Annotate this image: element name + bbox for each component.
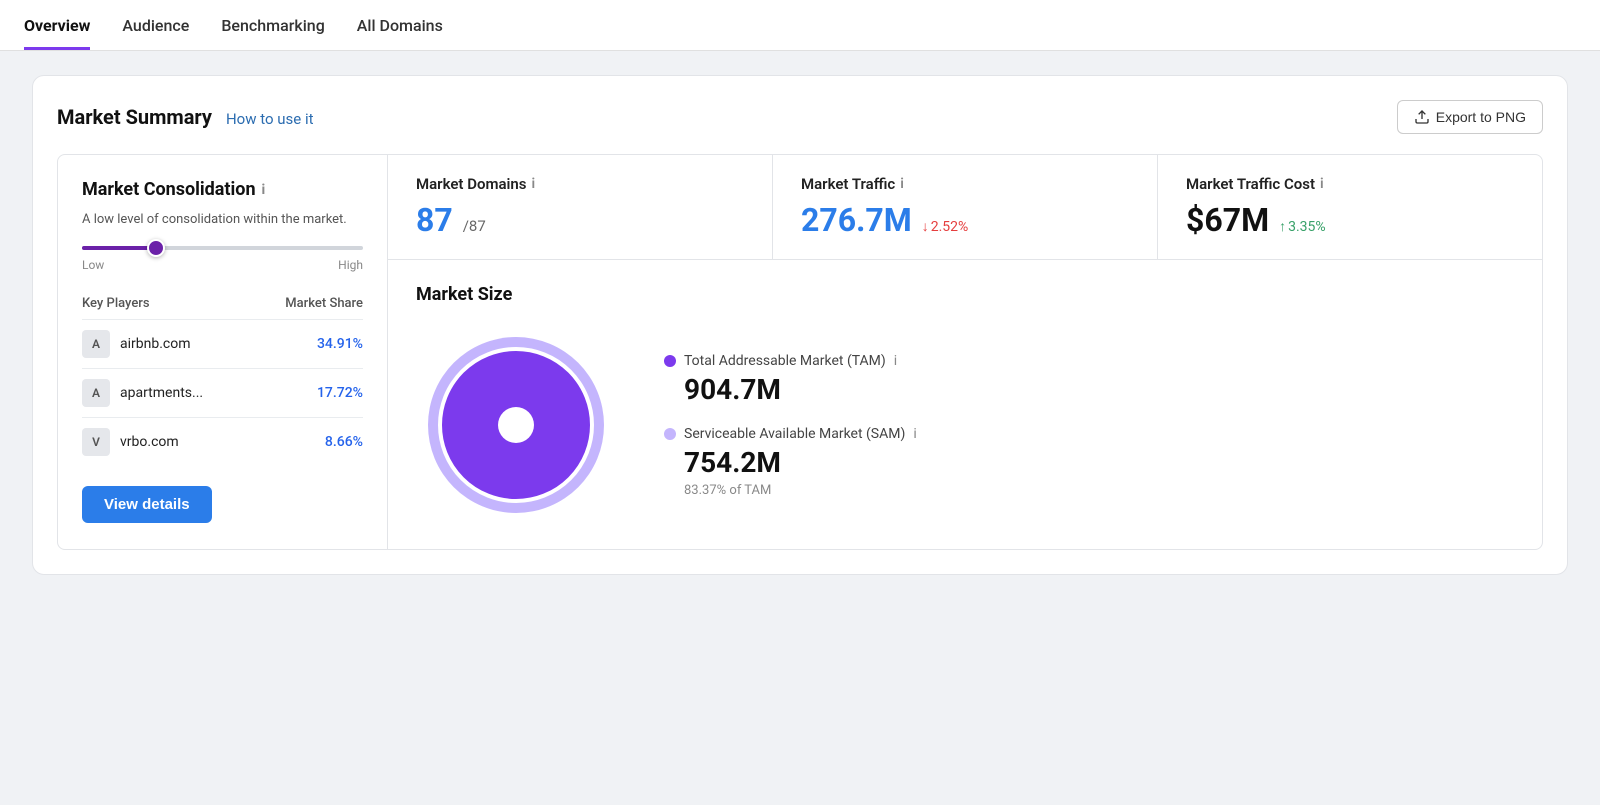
consolidation-title-row: Market Consolidation i	[82, 179, 363, 200]
metric-domains-sub: /87	[463, 217, 486, 235]
up-arrow-icon: ↑	[1279, 218, 1286, 235]
tab-benchmarking[interactable]: Benchmarking	[221, 0, 324, 50]
player-share-2: 8.66%	[325, 434, 363, 450]
player-avatar-1: A	[82, 379, 110, 407]
legend-tam: Total Addressable Market (TAM) i 904.7M	[664, 353, 917, 406]
metric-cost-change: ↑ 3.35%	[1279, 218, 1326, 235]
view-details-button[interactable]: View details	[82, 486, 212, 523]
player-name-0: airbnb.com	[120, 336, 191, 352]
player-avatar-0: A	[82, 330, 110, 358]
market-size-title: Market Size	[416, 284, 1514, 305]
player-share-0: 34.91%	[317, 336, 363, 352]
slider-high-label: High	[338, 258, 363, 272]
legend-sam-label-row: Serviceable Available Market (SAM) i	[664, 426, 917, 442]
player-row-2: V vrbo.com 8.66%	[82, 417, 363, 466]
market-summary-card: Market Summary How to use it Export to P…	[32, 75, 1568, 575]
market-size-wrapper: Market Size	[416, 284, 1514, 525]
card-header: Market Summary How to use it Export to P…	[57, 100, 1543, 134]
donut-svg	[416, 325, 616, 525]
tab-audience[interactable]: Audience	[122, 0, 189, 50]
player-info-1: A apartments...	[82, 379, 203, 407]
nav-bar: Overview Audience Benchmarking All Domai…	[0, 0, 1600, 51]
metric-domains-value: 87	[416, 201, 453, 239]
legend-tam-label-row: Total Addressable Market (TAM) i	[664, 353, 917, 369]
legend-sam-value: 754.2M	[684, 446, 917, 479]
metric-traffic-info-icon[interactable]: i	[900, 176, 904, 192]
card-title: Market Summary	[57, 105, 212, 129]
slider-thumb	[147, 239, 165, 257]
metric-cost-value-row: $67M ↑ 3.35%	[1186, 201, 1514, 239]
card-body: Market Consolidation i A low level of co…	[57, 154, 1543, 550]
legend-sam-info-icon[interactable]: i	[913, 426, 916, 442]
legend-sam-dot	[664, 428, 676, 440]
metric-cost-label: Market Traffic Cost i	[1186, 175, 1514, 193]
left-panel: Market Consolidation i A low level of co…	[58, 155, 388, 549]
slider-fill	[82, 246, 152, 250]
legend-tam-value: 904.7M	[684, 373, 917, 406]
col-share-header: Market Share	[285, 296, 363, 311]
legend-tam-label: Total Addressable Market (TAM)	[684, 353, 886, 369]
player-row-0: A airbnb.com 34.91%	[82, 319, 363, 368]
metric-cost-info-icon[interactable]: i	[1320, 176, 1324, 192]
metrics-row: Market Domains i 87 /87 Market Traffic i	[388, 155, 1542, 260]
donut-center	[498, 407, 534, 443]
metric-traffic-value: 276.7M	[801, 201, 912, 239]
player-name-2: vrbo.com	[120, 434, 179, 450]
slider-low-label: Low	[82, 258, 104, 272]
metric-domains-label: Market Domains i	[416, 175, 744, 193]
card-title-area: Market Summary How to use it	[57, 105, 314, 129]
col-players-header: Key Players	[82, 296, 150, 311]
export-icon	[1414, 109, 1430, 125]
player-row-1: A apartments... 17.72%	[82, 368, 363, 417]
metric-market-traffic-cost: Market Traffic Cost i $67M ↑ 3.35%	[1158, 155, 1542, 259]
legend-sam-sub: 83.37% of TAM	[684, 483, 917, 498]
metric-domains-value-row: 87 /87	[416, 201, 744, 239]
metric-traffic-label: Market Traffic i	[801, 175, 1129, 193]
player-name-1: apartments...	[120, 385, 203, 401]
consolidation-slider[interactable]	[82, 246, 363, 250]
slider-track	[82, 246, 363, 250]
metric-traffic-change: ↓ 2.52%	[922, 218, 969, 235]
table-header: Key Players Market Share	[82, 296, 363, 319]
legend-sam-label: Serviceable Available Market (SAM)	[684, 426, 905, 442]
market-legends: Total Addressable Market (TAM) i 904.7M	[664, 353, 917, 498]
player-info-2: V vrbo.com	[82, 428, 179, 456]
legend-tam-dot	[664, 355, 676, 367]
key-players-table: Key Players Market Share A airbnb.com 34…	[82, 296, 363, 466]
player-share-1: 17.72%	[317, 385, 363, 401]
market-size-content-row: Total Addressable Market (TAM) i 904.7M	[416, 325, 1514, 525]
metric-cost-value: $67M	[1186, 201, 1269, 239]
consolidation-info-icon[interactable]: i	[262, 182, 266, 198]
metric-domains-info-icon[interactable]: i	[532, 176, 536, 192]
main-content: Market Summary How to use it Export to P…	[0, 51, 1600, 599]
right-panel: Market Domains i 87 /87 Market Traffic i	[388, 155, 1542, 549]
donut-chart	[416, 325, 616, 525]
tab-overview[interactable]: Overview	[24, 0, 90, 50]
metric-traffic-value-row: 276.7M ↓ 2.52%	[801, 201, 1129, 239]
legend-sam: Serviceable Available Market (SAM) i 754…	[664, 426, 917, 498]
metric-market-traffic: Market Traffic i 276.7M ↓ 2.52%	[773, 155, 1158, 259]
down-arrow-icon: ↓	[922, 218, 929, 235]
export-button[interactable]: Export to PNG	[1397, 100, 1543, 134]
consolidation-description: A low level of consolidation within the …	[82, 210, 363, 230]
slider-endpoints: Low High	[82, 258, 363, 272]
how-to-link[interactable]: How to use it	[226, 110, 314, 128]
player-info-0: A airbnb.com	[82, 330, 191, 358]
export-button-label: Export to PNG	[1436, 109, 1526, 125]
consolidation-title: Market Consolidation	[82, 179, 256, 200]
legend-tam-info-icon[interactable]: i	[894, 353, 897, 369]
player-avatar-2: V	[82, 428, 110, 456]
tab-all-domains[interactable]: All Domains	[357, 0, 443, 50]
market-size-section: Market Size	[388, 260, 1542, 549]
metric-market-domains: Market Domains i 87 /87	[388, 155, 773, 259]
